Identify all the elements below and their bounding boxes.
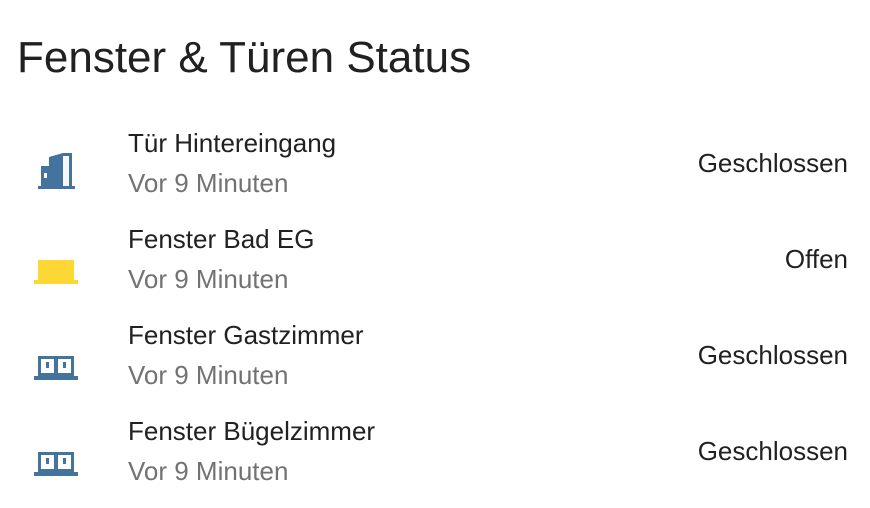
entity-name: Fenster Bad EG bbox=[128, 224, 315, 254]
entity-name: Fenster Bügelzimmer bbox=[128, 416, 376, 446]
window-closed-icon bbox=[32, 338, 80, 386]
entities-card: Fenster & Türen Status Tür Hintereingang… bbox=[0, 0, 870, 504]
entity-row-fenster-gastzimmer[interactable]: Fenster Gastzimmer Vor 9 Minuten Geschlo… bbox=[0, 316, 870, 412]
entity-last-changed: Vor 9 Minuten bbox=[128, 168, 289, 198]
entity-last-changed: Vor 9 Minuten bbox=[128, 264, 289, 294]
entity-row-fenster-buegelzimmer[interactable]: Fenster Bügelzimmer Vor 9 Minuten Geschl… bbox=[0, 412, 870, 508]
entity-last-changed: Vor 9 Minuten bbox=[128, 456, 289, 486]
entity-state: Geschlossen bbox=[697, 436, 848, 466]
entity-state: Geschlossen bbox=[697, 148, 848, 178]
entity-name: Fenster Gastzimmer bbox=[128, 320, 364, 350]
entity-name: Tür Hintereingang bbox=[128, 128, 337, 158]
entity-state: Offen bbox=[784, 244, 848, 274]
window-closed-icon bbox=[32, 434, 80, 482]
window-open-icon bbox=[32, 242, 80, 290]
entity-state: Geschlossen bbox=[697, 340, 848, 370]
entity-row-tuer-hintereingang[interactable]: Tür Hintereingang Vor 9 Minuten Geschlos… bbox=[0, 124, 870, 220]
entity-last-changed: Vor 9 Minuten bbox=[128, 360, 289, 390]
door-closed-icon bbox=[32, 146, 80, 194]
card-title: Fenster & Türen Status bbox=[17, 33, 472, 82]
entity-row-fenster-bad-eg[interactable]: Fenster Bad EG Vor 9 Minuten Offen bbox=[0, 220, 870, 316]
